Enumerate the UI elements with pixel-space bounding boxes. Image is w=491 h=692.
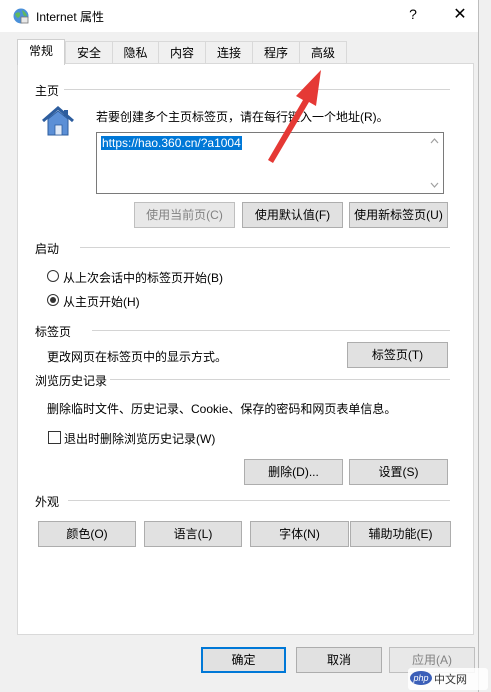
history-divider [110, 379, 450, 380]
ok-button[interactable]: 确定 [201, 647, 286, 673]
languages-button[interactable]: 语言(L) [144, 521, 242, 547]
radio-last-session[interactable] [47, 270, 59, 282]
tab-advanced[interactable]: 高级 [299, 41, 347, 63]
radio-home-page-label: 从主页开始(H) [63, 295, 140, 309]
tab-connections[interactable]: 连接 [205, 41, 253, 63]
delete-history-button[interactable]: 删除(D)... [244, 459, 343, 485]
appearance-divider [68, 500, 450, 501]
cancel-button[interactable]: 取消 [296, 647, 382, 673]
accessibility-button[interactable]: 辅助功能(E) [350, 521, 451, 547]
home-page-url: https://hao.360.cn/?a1004 [101, 136, 242, 150]
background-window-edge [478, 0, 491, 692]
close-button[interactable]: ✕ [450, 4, 470, 24]
startup-section-title: 启动 [35, 242, 60, 256]
house-icon [42, 106, 74, 136]
radio-home-page[interactable] [47, 294, 59, 306]
delete-history-on-exit-checkbox[interactable] [48, 431, 61, 444]
home-divider [64, 89, 450, 90]
tabs-description: 更改网页在标签页中的显示方式。 [47, 350, 228, 364]
tab-content[interactable]: 内容 [158, 41, 206, 63]
fonts-button[interactable]: 字体(N) [250, 521, 349, 547]
title-bar: Internet 属性 ? ✕ [0, 0, 478, 32]
home-section-title: 主页 [35, 84, 60, 98]
delete-history-on-exit-label: 退出时删除浏览历史记录(W) [64, 432, 216, 446]
tab-privacy[interactable]: 隐私 [112, 41, 159, 63]
radio-last-session-label: 从上次会话中的标签页开始(B) [63, 271, 223, 285]
use-default-button[interactable]: 使用默认值(F) [242, 202, 343, 228]
watermark: php 中文网 [408, 668, 488, 690]
tabs-section-title: 标签页 [35, 325, 72, 339]
php-logo-icon: php [410, 671, 432, 685]
tab-security[interactable]: 安全 [65, 41, 113, 63]
colors-button[interactable]: 颜色(O) [38, 521, 136, 547]
help-button[interactable]: ? [405, 6, 421, 24]
watermark-text: 中文网 [434, 674, 467, 686]
use-current-button[interactable]: 使用当前页(C) [134, 202, 235, 228]
history-description: 删除临时文件、历史记录、Cookie、保存的密码和网页表单信息。 [47, 402, 397, 416]
tabs-settings-button[interactable]: 标签页(T) [347, 342, 448, 368]
startup-divider [80, 247, 450, 248]
appearance-section-title: 外观 [35, 495, 60, 509]
radio-selected-dot [50, 297, 56, 303]
textarea-scrollbar[interactable] [426, 133, 443, 193]
use-new-tab-button[interactable]: 使用新标签页(U) [349, 202, 448, 228]
tabs-divider [92, 330, 450, 331]
internet-options-icon [13, 8, 29, 24]
window-title: Internet 属性 [36, 10, 105, 24]
tab-general[interactable]: 常规 [17, 39, 65, 65]
tab-programs[interactable]: 程序 [252, 41, 300, 63]
history-settings-button[interactable]: 设置(S) [349, 459, 448, 485]
home-instruction: 若要创建多个主页标签页，请在每行键入一个地址(R)。 [96, 110, 389, 124]
history-section-title: 浏览历史记录 [35, 374, 108, 388]
